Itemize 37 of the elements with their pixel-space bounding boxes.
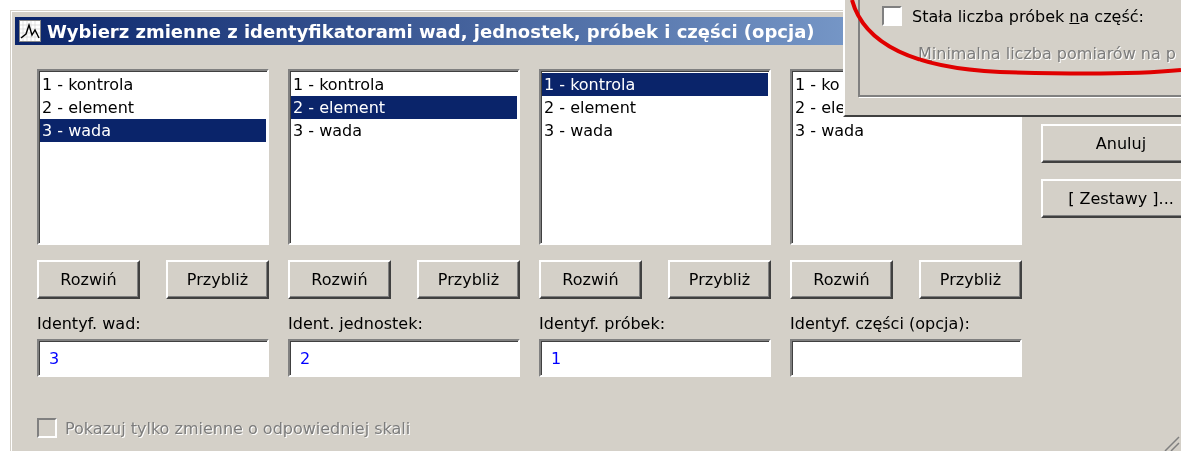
disabled-label: Minimalna liczba pomiarów na p — [918, 44, 1176, 63]
input-field[interactable]: 3 — [37, 339, 269, 377]
list-item[interactable]: 1 - kontrola — [542, 73, 768, 96]
zoom-button[interactable]: Przybliż — [668, 260, 771, 299]
variable-list[interactable]: 1 - kontrola 2 - element 3 - wada — [288, 69, 520, 245]
input-field[interactable]: 1 — [539, 339, 771, 377]
list-item[interactable]: 2 - element — [291, 96, 517, 119]
field-label: Ident. jednostek: — [288, 313, 424, 335]
expand-button[interactable]: Rozwiń — [37, 260, 140, 299]
field-label: Identyf. próbek: — [539, 313, 667, 335]
input-field[interactable]: 2 — [288, 339, 520, 377]
checkbox-label: Stała liczba próbek na część: — [912, 6, 1144, 26]
expand-button[interactable]: Rozwiń — [539, 260, 642, 299]
variable-list[interactable]: 1 - kontrola 2 - element 3 - wada — [37, 69, 269, 245]
zoom-button[interactable]: Przybliż — [166, 260, 269, 299]
list-item[interactable]: 3 - wada — [40, 119, 266, 142]
variable-list[interactable]: 1 - kontrola 2 - element 3 - wada — [539, 69, 771, 245]
chart-icon — [19, 20, 41, 42]
cancel-button[interactable]: Anuluj — [1041, 124, 1181, 163]
list-item[interactable]: 2 - element — [40, 96, 266, 119]
list-item[interactable]: 3 - wada — [291, 119, 517, 142]
list-item[interactable]: 3 - wada — [542, 119, 768, 142]
field-label: Identyf. wad: — [37, 313, 142, 335]
zoom-button[interactable]: Przybliż — [417, 260, 520, 299]
zoom-button[interactable]: Przybliż — [919, 260, 1022, 299]
sets-button[interactable]: [ Zestawy ]... — [1041, 179, 1181, 218]
list-item[interactable]: 3 - wada — [793, 119, 1019, 142]
checkbox[interactable] — [882, 6, 902, 26]
field-label: Identyf. części (opcja): — [790, 313, 971, 335]
list-item[interactable]: 1 - kontrola — [40, 73, 266, 96]
list-item[interactable]: 1 - kontrola — [291, 73, 517, 96]
resize-grip-icon — [1164, 436, 1180, 451]
expand-button[interactable]: Rozwiń — [790, 260, 893, 299]
checkbox-label: Pokazuj tylko zmienne o odpowiedniej skali — [65, 418, 411, 438]
input-field[interactable] — [790, 339, 1022, 377]
expand-button[interactable]: Rozwiń — [288, 260, 391, 299]
list-item[interactable]: 2 - element — [542, 96, 768, 119]
